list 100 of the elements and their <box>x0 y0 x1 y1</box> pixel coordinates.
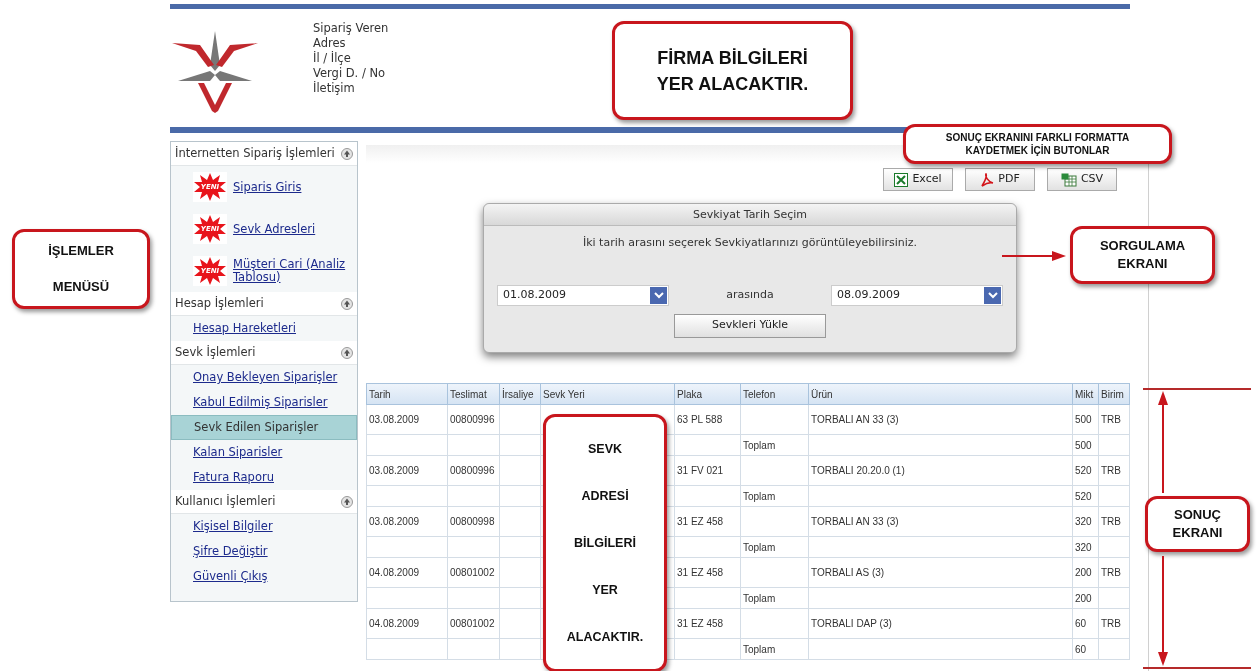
export-button[interactable]: Excel <box>883 168 953 191</box>
column-header: Sevk Yeri <box>540 383 675 405</box>
collapse-icon[interactable] <box>341 346 353 359</box>
table-cell: 520 <box>1075 490 1092 502</box>
column-header: Telefon <box>740 383 809 405</box>
table-cell: 200 <box>1075 567 1092 578</box>
table-cell: 00801002 <box>450 567 495 578</box>
table-cell: TRB <box>1101 516 1121 527</box>
date-dropdown[interactable]: 08.09.2009 <box>831 284 1003 306</box>
table-cell: 04.08.2009 <box>369 618 420 629</box>
arrow-right-icon <box>1002 250 1066 262</box>
annotation-text: KAYDETMEK İÇİN BUTONLAR <box>965 144 1110 157</box>
table-cell: 31 EZ 458 <box>677 516 724 527</box>
dropdown-caret-icon <box>984 286 1001 304</box>
table-cell: Toplam <box>743 490 776 502</box>
company-info-text: Vergi D. / No <box>313 66 387 81</box>
menu-item[interactable]: Kalan Siparisler <box>171 440 357 465</box>
table-cell: 500 <box>1075 439 1092 451</box>
table-cell: TORBALI 20.20.0 (1) <box>811 465 905 476</box>
annotation-text: ADRESİ <box>581 487 629 504</box>
table-cell: Toplam <box>743 439 776 451</box>
company-info-text: Adres <box>313 36 347 51</box>
csv-file-icon <box>1060 172 1077 187</box>
menu-section-title: İnternetten Sipariş İşlemleri <box>175 144 335 162</box>
column-header: Ürün <box>808 383 1073 405</box>
annotation-text: İŞLEMLER <box>48 242 114 260</box>
annotation-text: SONUÇ <box>1174 506 1221 524</box>
table-cell: 31 FV 021 <box>677 465 724 476</box>
table-cell: 00800996 <box>450 414 495 425</box>
dialog-hint-text: İki tarih arasını seçerek Sevkiyatlarınızı görüntüleyebilirsiniz. <box>582 235 918 251</box>
menu-item[interactable]: Onay Bekleyen Siparişler <box>171 365 357 390</box>
date-dropdown[interactable]: 01.08.2009 <box>497 284 669 306</box>
annotation-text: EKRANI <box>1117 255 1168 273</box>
annotation-text: YER ALACAKTIR. <box>656 72 809 96</box>
annotation-text: FİRMA BİLGİLERİ <box>657 46 808 70</box>
arrow-down-icon <box>1157 556 1169 666</box>
company-info-text: İl / İlçe <box>313 51 352 66</box>
table-cell: 00801002 <box>450 618 495 629</box>
table-cell: 320 <box>1075 516 1092 527</box>
table-cell: 00800998 <box>450 516 495 527</box>
table-cell: 00800996 <box>450 465 495 476</box>
table-cell: 200 <box>1075 592 1092 604</box>
column-header: Plaka <box>674 383 741 405</box>
menu-item[interactable]: Şifre Değiştir <box>171 539 357 564</box>
annotation-text: SONUÇ EKRANINI FARKLI FORMATTA <box>945 131 1130 144</box>
menu-section-title: Sevk İşlemleri <box>175 343 256 361</box>
table-cell: 60 <box>1075 643 1087 655</box>
table-cell: 03.08.2009 <box>369 465 420 476</box>
table-cell: 60 <box>1075 618 1087 629</box>
export-button[interactable]: PDF <box>965 168 1035 191</box>
menu-item[interactable]: Kişisel Bilgiler <box>171 514 357 539</box>
column-header: İrsaliye <box>499 383 541 405</box>
arrow-up-icon <box>1157 391 1169 493</box>
table-cell: 03.08.2009 <box>369 516 420 527</box>
table-cell: 31 EZ 458 <box>677 618 724 629</box>
table-cell: TRB <box>1101 414 1121 425</box>
table-cell: TORBALI AN 33 (3) <box>811 414 899 425</box>
menu-item[interactable]: Hesap Hareketleri <box>171 316 357 341</box>
between-label: arasında <box>725 286 775 303</box>
collapse-icon[interactable] <box>341 297 353 310</box>
collapse-icon[interactable] <box>341 495 353 508</box>
annotation-text: EKRANI <box>1172 524 1223 542</box>
export-button[interactable]: CSV <box>1047 168 1117 191</box>
pdf-file-icon <box>980 172 995 187</box>
load-shipments-button[interactable]: Sevkleri Yükle <box>674 313 826 338</box>
excel-file-icon <box>894 172 909 187</box>
table-cell: TORBALI AS (3) <box>811 567 885 578</box>
table-cell: TORBALI AN 33 (3) <box>811 516 899 527</box>
column-header: Teslimat <box>447 383 500 405</box>
annotation-text: ALACAKTIR. <box>566 629 644 646</box>
table-cell: Toplam <box>743 643 776 655</box>
menu-item[interactable]: Fatura Raporu <box>171 465 357 490</box>
table-cell: 320 <box>1075 541 1092 553</box>
table-cell: 520 <box>1075 465 1092 476</box>
menu-section-title: Hesap İşlemleri <box>175 294 264 312</box>
table-cell: 04.08.2009 <box>369 567 420 578</box>
annotation-text: SORGULAMA <box>1099 237 1186 255</box>
table-cell: Toplam <box>743 592 776 604</box>
company-info-text: Sipariş Veren <box>313 21 389 36</box>
annotation-text: YER <box>592 582 618 599</box>
menu-item[interactable]: Sevk Edilen Siparişler <box>171 415 357 440</box>
annotation-text: MENÜSÜ <box>52 278 110 296</box>
table-cell: 03.08.2009 <box>369 414 420 425</box>
table-cell: TRB <box>1101 618 1121 629</box>
table-cell: TORBALI DAP (3) <box>811 618 892 629</box>
annotation-text: SEVK <box>587 440 622 457</box>
menu-item[interactable]: Kabul Edilmiş Siparisler <box>171 390 357 415</box>
table-cell: 500 <box>1075 414 1092 425</box>
table-cell: TRB <box>1101 465 1121 476</box>
column-header: Birim <box>1098 383 1130 405</box>
table-cell: 31 EZ 458 <box>677 567 724 578</box>
table-cell: TRB <box>1101 567 1121 578</box>
annotation-text: BİLGİLERİ <box>574 534 636 551</box>
menu-item[interactable]: Güvenli Çıkış <box>171 564 357 589</box>
collapse-icon[interactable] <box>341 147 353 160</box>
column-header: Mikt <box>1072 383 1099 405</box>
company-info-text: İletişim <box>313 81 356 96</box>
column-header: Tarih <box>366 383 448 405</box>
dropdown-caret-icon <box>650 286 667 304</box>
menu-section-title: Kullanıcı İşlemleri <box>175 492 276 510</box>
